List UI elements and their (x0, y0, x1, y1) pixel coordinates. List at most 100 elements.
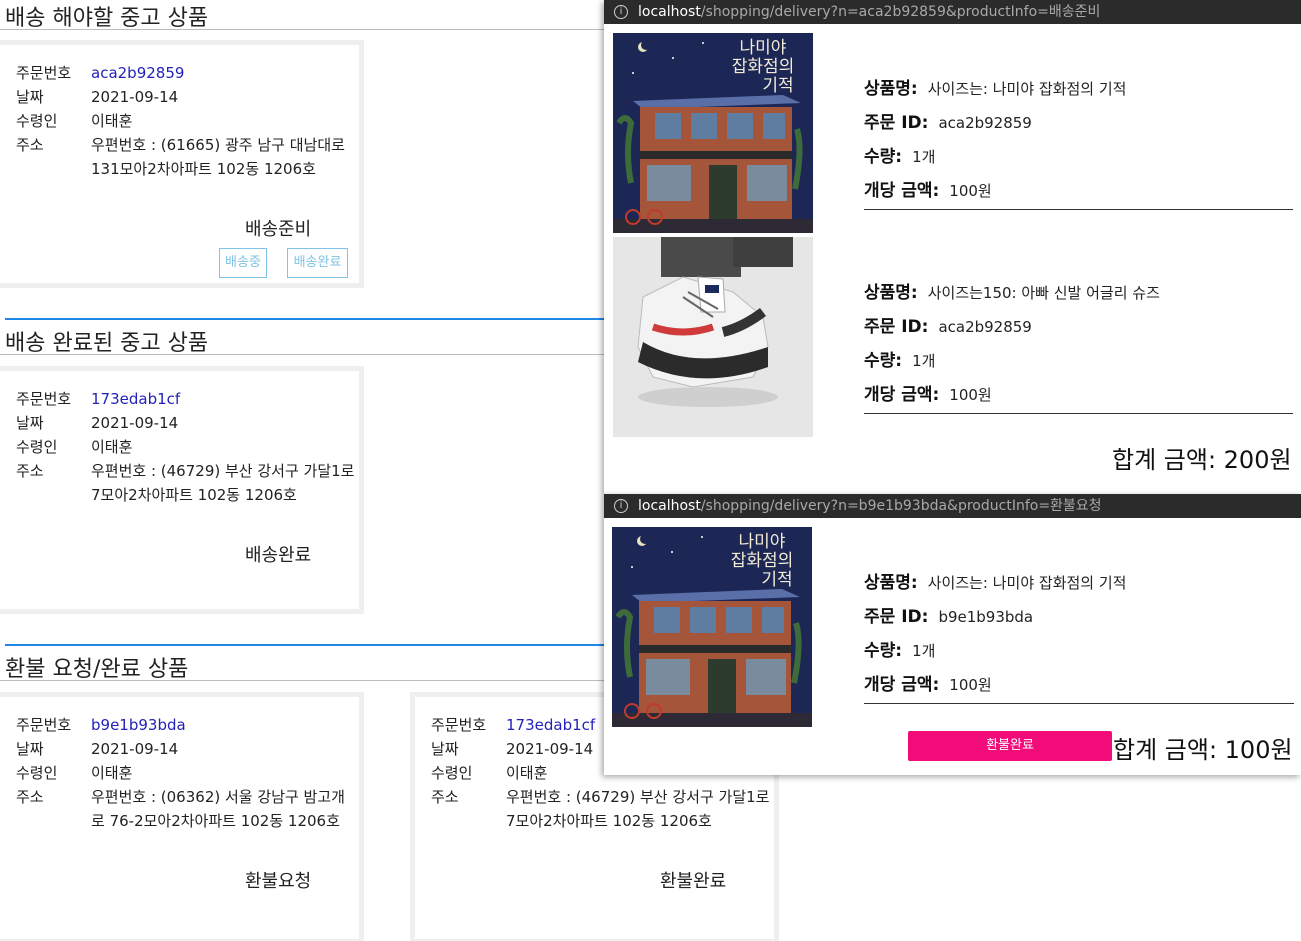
url-path: /shopping/delivery?n=aca2b92859&productI… (700, 4, 1101, 20)
address-bar: i localhost/shopping/delivery?n=aca2b928… (604, 0, 1301, 24)
recipient-row: 수령인 이태훈 (16, 761, 132, 785)
order-id-value: aca2b92859 (938, 318, 1032, 336)
recipient-value: 이태훈 (91, 764, 133, 782)
recipient-label: 수령인 (16, 438, 58, 456)
delivery-status: 환불요청 (245, 871, 312, 892)
recipient-row: 수령인 이태훈 (16, 435, 132, 459)
recipient-value: 이태훈 (91, 438, 133, 456)
order-number-link[interactable]: aca2b92859 (91, 61, 184, 85)
url-host: localhost (638, 4, 701, 20)
address-line-1: 우편번호 : (61665) 광주 남구 대남대로 (91, 136, 345, 154)
section-title-done: 배송 완료된 중고 상품 (5, 331, 209, 356)
recipient-value: 이태훈 (506, 764, 548, 782)
product-name-row: 상품명: 사이즈는: 나미야 잡화점의 기적 (864, 74, 1126, 99)
product-name-row: 상품명: 사이즈는: 나미야 잡화점의 기적 (864, 568, 1126, 593)
quantity-value: 1개 (912, 352, 936, 370)
date-label: 날짜 (16, 88, 44, 106)
product-name-value: 사이즈는150: 아빠 신발 어글리 슈즈 (927, 284, 1160, 302)
unit-price-value: 100원 (949, 386, 992, 404)
section-accent-line (5, 644, 605, 646)
section-title-ready: 배송 해야할 중고 상품 (5, 6, 209, 31)
url-path: /shopping/delivery?n=b9e1b93bda&productI… (700, 498, 1102, 514)
address-label: 주소 (16, 136, 44, 154)
address-line-1: 우편번호 : (46729) 부산 강서구 가달1로 (506, 788, 770, 806)
url-host: localhost (638, 498, 701, 514)
book-title-line-1: 나미야 (739, 532, 786, 552)
quantity-label: 수량: (864, 351, 903, 371)
unit-price-value: 100원 (949, 182, 992, 200)
recipient-label: 수령인 (16, 764, 58, 782)
address-row: 주소 우편번호 : (46729) 부산 강서구 가달1로 (431, 785, 769, 809)
date-label: 날짜 (16, 740, 44, 758)
product-name-label: 상품명: (864, 283, 918, 303)
product-info: 상품명: 사이즈는: 나미야 잡화점의 기적 주문 ID: aca2b92859 수… (864, 68, 1294, 218)
total-amount: 합계 금액: 100원 (1113, 736, 1293, 764)
info-icon[interactable]: i (614, 499, 628, 513)
total-amount: 합계 금액: 200원 (1112, 446, 1292, 474)
section-title-refund: 환불 요청/완료 상품 (5, 657, 189, 682)
item-divider (864, 413, 1293, 414)
address-label: 주소 (16, 462, 44, 480)
order-id-value: aca2b92859 (938, 114, 1032, 132)
product-image-book-cover: 나미야 잡화점의 기적 (613, 33, 813, 233)
unit-price-row: 개당 금액: 100원 (864, 670, 992, 695)
section-divider (0, 29, 610, 30)
book-title-line-3: 기적 (761, 570, 792, 590)
address-row: 주소 우편번호 : (46729) 부산 강서구 가달1로 (16, 459, 354, 483)
address-line-2: 131모아2차아파트 102동 1206호 (91, 160, 316, 178)
order-id-row: 주문 ID: aca2b92859 (864, 312, 1032, 337)
item-divider (864, 209, 1293, 210)
date-value: 2021-09-14 (91, 88, 179, 106)
order-card: 주문번호 aca2b92859 날짜 2021-09-14 수령인 이태훈 주소 우편번… (0, 40, 364, 288)
delivery-status: 배송준비 (245, 219, 312, 240)
order-number-label: 주문번호 (16, 390, 72, 408)
order-number-row: 주문번호 173edab1cf (16, 387, 180, 411)
refund-complete-button[interactable]: 환불완료 (908, 731, 1112, 761)
product-name-label: 상품명: (864, 79, 918, 99)
book-title-line-2: 잡화점의 (732, 57, 795, 77)
in-transit-button[interactable]: 배송중 (219, 248, 267, 278)
item-divider (864, 703, 1294, 704)
order-number-link[interactable]: 173edab1cf (91, 387, 180, 411)
address-row: 주소 우편번호 : (61665) 광주 남구 대남대로 (16, 133, 345, 157)
address-label: 주소 (16, 788, 44, 806)
quantity-label: 수량: (864, 641, 903, 661)
address-row: 주소 우편번호 : (06362) 서울 강남구 밤고개 (16, 785, 345, 809)
quantity-row: 수량: 1개 (864, 636, 935, 661)
order-id-label: 주문 ID: (864, 317, 929, 337)
date-row: 날짜 2021-09-14 (16, 737, 178, 761)
product-name-value: 사이즈는: 나미야 잡화점의 기적 (927, 574, 1127, 592)
book-title-line-2: 잡화점의 (731, 551, 794, 571)
unit-price-label: 개당 금액: (864, 385, 940, 405)
order-number-row: 주문번호 b9e1b93bda (16, 713, 186, 737)
recipient-row: 수령인 이태훈 (16, 109, 132, 133)
product-info: 상품명: 사이즈는: 나미야 잡화점의 기적 주문 ID: b9e1b93bda 수… (864, 562, 1294, 712)
order-id-value: b9e1b93bda (938, 608, 1034, 626)
order-number-label: 주문번호 (431, 716, 487, 734)
order-number-row: 주문번호 aca2b92859 (16, 61, 184, 85)
order-card: 주문번호 173edab1cf 날짜 2021-09-14 수령인 이태훈 주소 우편번… (0, 366, 364, 614)
order-number-link[interactable]: b9e1b93bda (91, 713, 186, 737)
order-number-link[interactable]: 173edab1cf (506, 713, 595, 737)
section-divider (0, 354, 610, 355)
unit-price-row: 개당 금액: 100원 (864, 380, 992, 405)
order-number-row: 주문번호 173edab1cf (431, 713, 595, 737)
recipient-label: 수령인 (431, 764, 473, 782)
date-value: 2021-09-14 (506, 740, 594, 758)
address-line-2: 7모아2차아파트 102동 1206호 (91, 486, 297, 504)
order-card: 주문번호 b9e1b93bda 날짜 2021-09-14 수령인 이태훈 주소 우편번… (0, 692, 364, 941)
date-row: 날짜 2021-09-14 (431, 737, 593, 761)
address-label: 주소 (431, 788, 459, 806)
date-value: 2021-09-14 (91, 414, 179, 432)
delivered-button[interactable]: 배송완료 (287, 248, 348, 278)
recipient-label: 수령인 (16, 112, 58, 130)
book-title-line-1: 나미야 (740, 38, 787, 58)
info-icon[interactable]: i (614, 5, 628, 19)
popup-window-refund: i localhost/shopping/delivery?n=b9e1b93b… (604, 494, 1301, 775)
quantity-value: 1개 (912, 642, 936, 660)
unit-price-label: 개당 금액: (864, 675, 940, 695)
recipient-value: 이태훈 (91, 112, 133, 130)
product-name-row: 상품명: 사이즈는150: 아빠 신발 어글리 슈즈 (864, 278, 1160, 303)
date-row: 날짜 2021-09-14 (16, 85, 178, 109)
address-line-1: 우편번호 : (06362) 서울 강남구 밤고개 (91, 788, 345, 806)
